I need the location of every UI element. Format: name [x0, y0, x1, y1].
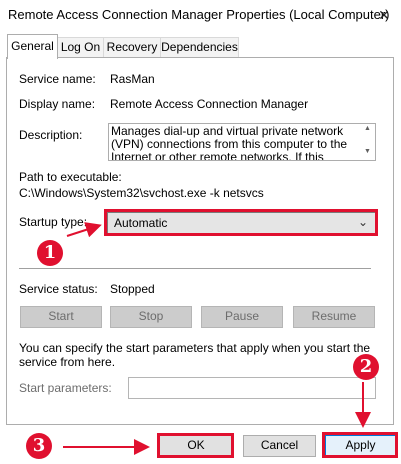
tab-general[interactable]: General — [7, 34, 58, 59]
arrow-to-startup-type — [66, 222, 102, 238]
step-badge-1: 1 — [37, 240, 63, 266]
step-badge-2: 2 — [353, 354, 379, 380]
annotation-arrows — [63, 222, 371, 455]
step-badge-3: 3 — [26, 433, 52, 459]
